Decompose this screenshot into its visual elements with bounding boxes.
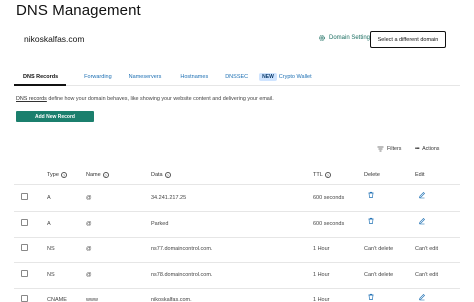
select-domain-button[interactable]: Select a different domain: [370, 31, 446, 48]
tab-bar: DNS Records Forwarding Nameservers Hostn…: [14, 70, 460, 84]
new-badge: NEW: [259, 73, 277, 81]
table-row: NS @ ns77.domaincontrol.com. 1 Hour Can't de…: [0, 237, 474, 263]
cell-type: A: [47, 220, 51, 227]
th-data: Data?: [151, 172, 171, 178]
table-row: A @ Parked 600 seconds: [0, 212, 474, 238]
cell-data: nikoskalfas.com.: [151, 297, 192, 302]
row-checkbox[interactable]: [21, 244, 28, 251]
edit-pencil-icon[interactable]: [418, 191, 428, 201]
cell-type: NS: [47, 271, 55, 278]
cell-ttl: 1 Hour: [313, 271, 330, 278]
cell-ttl: 1 Hour: [313, 246, 330, 252]
th-ttl: TTL?: [313, 172, 331, 178]
cell-type: A: [47, 195, 51, 201]
cant-delete-text: Can't delete: [364, 246, 394, 252]
description-text: define how your domain behaves, like sho…: [46, 96, 274, 102]
cant-edit-text: Can't edit: [415, 246, 439, 252]
table-row: NS @ ns78.domaincontrol.com. 1 Hour Can't de…: [0, 263, 474, 289]
gear-icon: [319, 35, 325, 41]
cell-name: @: [86, 271, 92, 278]
tab-dns-records[interactable]: DNS Records: [23, 74, 58, 80]
cell-data: ns77.domaincontrol.com.: [151, 246, 213, 252]
cant-edit-text: Can't edit: [415, 271, 439, 278]
tab-forwarding[interactable]: Forwarding: [84, 74, 112, 80]
help-icon[interactable]: ?: [324, 172, 331, 178]
tab-hostnames[interactable]: Hostnames: [180, 74, 208, 80]
cell-name: @: [86, 195, 92, 201]
header-divider: [14, 184, 460, 185]
cell-ttl: 600 seconds: [313, 220, 345, 227]
tab-divider: [14, 85, 460, 86]
delete-trash-icon[interactable]: [367, 191, 377, 201]
edit-pencil-icon[interactable]: [418, 217, 428, 227]
filter-icon: [377, 146, 384, 152]
th-edit: Edit: [415, 172, 425, 178]
table-header: Type? Name? Data? TTL? Delete Edit: [0, 170, 474, 184]
tab-crypto-wallet-label: Crypto Wallet: [278, 74, 312, 80]
row-checkbox[interactable]: [21, 269, 28, 277]
domain-settings-label: Domain Settings: [329, 35, 374, 41]
row-checkbox[interactable]: [21, 218, 28, 226]
cell-name: www: [86, 297, 98, 302]
more-icon: •••: [415, 146, 420, 152]
domain-bar: nikoskalfas.com Domain Settings Select a…: [14, 29, 460, 51]
dns-records-link[interactable]: DNS records: [16, 96, 47, 102]
domain-name: nikoskalfas.com: [24, 34, 85, 44]
help-icon[interactable]: ?: [102, 172, 109, 178]
cell-data: ns78.domaincontrol.com.: [151, 271, 213, 278]
table-row: CNAME www nikoskalfas.com. 1 Hour: [0, 288, 474, 302]
cell-ttl: 1 Hour: [313, 297, 330, 302]
actions-button[interactable]: ••• Actions: [415, 146, 439, 152]
row-checkbox[interactable]: [21, 193, 28, 200]
cell-data: 34.241.217.25: [151, 195, 187, 201]
delete-trash-icon[interactable]: [367, 217, 377, 227]
filters-button[interactable]: Filters: [377, 146, 401, 152]
page-title: DNS Management: [16, 2, 141, 19]
cell-data: Parked: [151, 220, 169, 227]
description: DNS records define how your domain behav…: [16, 96, 274, 102]
th-name: Name?: [86, 172, 109, 178]
row-checkbox[interactable]: [21, 295, 28, 302]
th-delete: Delete: [364, 172, 380, 178]
filters-label: Filters: [387, 146, 402, 152]
tab-nameservers[interactable]: Nameservers: [129, 74, 162, 80]
cell-type: NS: [47, 246, 55, 252]
cell-name: @: [86, 246, 92, 252]
active-tab-indicator: [14, 84, 66, 86]
cell-type: CNAME: [47, 297, 67, 302]
help-icon[interactable]: ?: [164, 172, 171, 178]
tab-crypto-wallet[interactable]: NEW Crypto Wallet: [259, 73, 312, 81]
table-row: A @34.241.217.25 600 seconds: [0, 186, 474, 212]
add-new-record-button[interactable]: Add New Record: [16, 111, 94, 122]
delete-trash-icon[interactable]: [367, 293, 377, 302]
actions-label: Actions: [422, 146, 440, 152]
domain-settings-link[interactable]: Domain Settings: [318, 34, 373, 42]
cant-delete-text: Can't delete: [364, 271, 394, 278]
help-icon[interactable]: ?: [60, 172, 67, 178]
tab-dnssec[interactable]: DNSSEC: [225, 74, 248, 80]
edit-pencil-icon[interactable]: [418, 293, 428, 302]
cell-ttl: 600 seconds: [313, 195, 345, 201]
cell-name: @: [86, 220, 92, 227]
th-type: Type?: [47, 172, 67, 178]
